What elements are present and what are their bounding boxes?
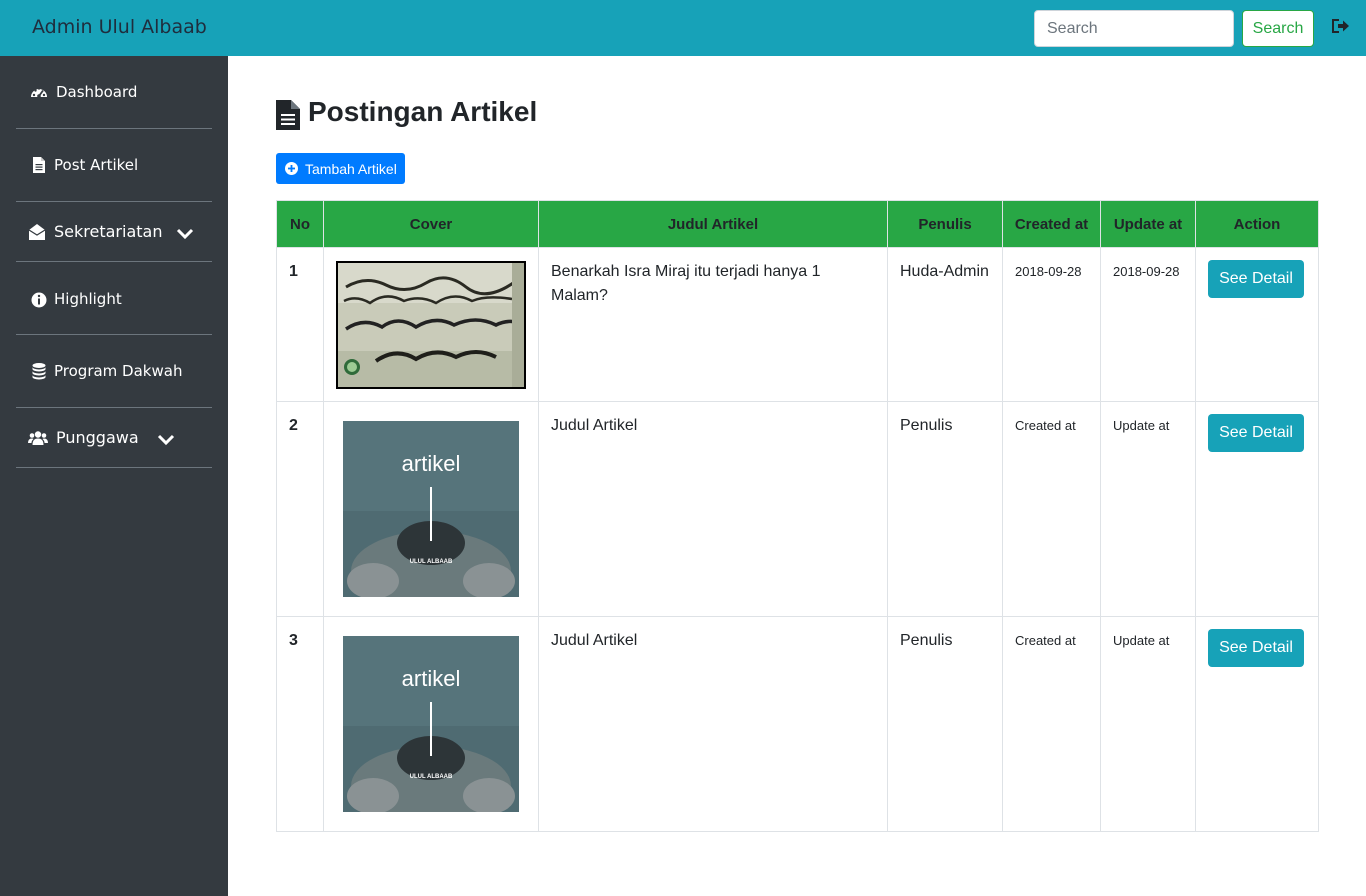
column-header-cover[interactable]: Cover [323, 200, 539, 248]
row-number: 1 [276, 247, 324, 402]
search-input[interactable] [1034, 10, 1234, 47]
table-row: 3 artikel ULUL ALBAAB Judul Artikel Penu… [276, 616, 1319, 832]
table-row: 1 Benarkah Isra Miraj itu terjadi hanya … [276, 247, 1319, 402]
sidebar-item-sekretariatan[interactable]: Sekretariatan [16, 202, 212, 262]
article-title[interactable]: Benarkah Isra Miraj itu terjadi hanya 1 … [538, 247, 888, 402]
sidebar-item-label: Punggawa [56, 428, 139, 447]
cover-subtitle-text: ULUL ALBAAB [410, 774, 453, 780]
file-icon [33, 157, 45, 173]
cover-cell [323, 247, 539, 402]
article-author: Penulis [887, 401, 1003, 617]
sidebar-item-label: Program Dakwah [54, 362, 183, 380]
cover-title-text: artikel [402, 666, 461, 691]
users-icon [28, 431, 48, 445]
sidebar-item-highlight[interactable]: Highlight [16, 262, 212, 335]
column-header-updated[interactable]: Update at [1100, 200, 1196, 248]
article-author: Penulis [887, 616, 1003, 832]
column-header-no[interactable]: No [276, 200, 324, 248]
cover-cell: artikel ULUL ALBAAB [323, 401, 539, 617]
updated-at: Update at [1100, 616, 1196, 832]
created-at: Created at [1002, 401, 1101, 617]
brand-title[interactable]: Admin Ulul Albaab [32, 16, 207, 38]
quran-page-image[interactable] [336, 261, 526, 389]
sidebar-item-label: Dashboard [56, 83, 138, 101]
see-detail-button[interactable]: See Detail [1208, 629, 1304, 667]
column-header-judul[interactable]: Judul Artikel [538, 200, 888, 248]
artikel-placeholder-image[interactable]: artikel ULUL ALBAAB [343, 636, 519, 812]
sidebar-item-punggawa[interactable]: Punggawa [16, 408, 212, 468]
table-header-row: No Cover Judul Artikel Penulis Created a… [276, 200, 1319, 248]
add-article-label: Tambah Artikel [305, 161, 397, 177]
column-header-penulis[interactable]: Penulis [887, 200, 1003, 248]
column-header-action[interactable]: Action [1195, 200, 1319, 248]
row-number: 3 [276, 616, 324, 832]
sidebar-item-program-dakwah[interactable]: Program Dakwah [16, 335, 212, 408]
plus-circle-icon [285, 162, 298, 175]
envelope-open-icon [28, 224, 46, 240]
sign-out-icon[interactable] [1330, 16, 1350, 36]
row-number: 2 [276, 401, 324, 617]
file-text-icon [276, 100, 300, 130]
action-cell: See Detail [1195, 616, 1319, 832]
article-title[interactable]: Judul Artikel [538, 401, 888, 617]
info-circle-icon [31, 292, 47, 308]
search-button[interactable]: Search [1242, 10, 1314, 47]
artikel-placeholder-image[interactable]: artikel ULUL ALBAAB [343, 421, 519, 597]
cover-cell: artikel ULUL ALBAAB [323, 616, 539, 832]
sidebar-item-dashboard[interactable]: Dashboard [16, 56, 212, 129]
table-row: 2 artikel ULUL ALBAAB Judul Artikel Penu… [276, 401, 1319, 617]
cover-title-text: artikel [402, 451, 461, 476]
sidebar-item-label: Post Artikel [54, 156, 139, 174]
see-detail-button[interactable]: See Detail [1208, 414, 1304, 452]
tachometer-icon [31, 87, 47, 98]
created-at: 2018-09-28 [1002, 247, 1101, 402]
top-navbar: Admin Ulul Albaab Search [0, 0, 1366, 56]
updated-at: Update at [1100, 401, 1196, 617]
chevron-down-icon[interactable] [176, 225, 194, 243]
see-detail-button[interactable]: See Detail [1208, 260, 1304, 298]
sidebar-item-label: Highlight [54, 290, 122, 308]
article-title[interactable]: Judul Artikel [538, 616, 888, 832]
cover-subtitle-text: ULUL ALBAAB [410, 559, 453, 565]
created-at: Created at [1002, 616, 1101, 832]
column-header-created[interactable]: Created at [1002, 200, 1101, 248]
page-title: Postingan Artikel [308, 96, 538, 127]
chevron-down-icon[interactable] [157, 431, 175, 449]
sidebar-item-label: Sekretariatan [54, 222, 163, 241]
sidebar: Dashboard Post Artikel Sekretariatan Hig… [0, 56, 228, 896]
add-article-button[interactable]: Tambah Artikel [276, 153, 405, 184]
action-cell: See Detail [1195, 401, 1319, 617]
articles-table: No Cover Judul Artikel Penulis Created a… [276, 200, 1319, 832]
sidebar-item-post-artikel[interactable]: Post Artikel [16, 129, 212, 202]
updated-at: 2018-09-28 [1100, 247, 1196, 402]
action-cell: See Detail [1195, 247, 1319, 402]
article-author: Huda-Admin [887, 247, 1003, 402]
database-icon [32, 363, 46, 380]
